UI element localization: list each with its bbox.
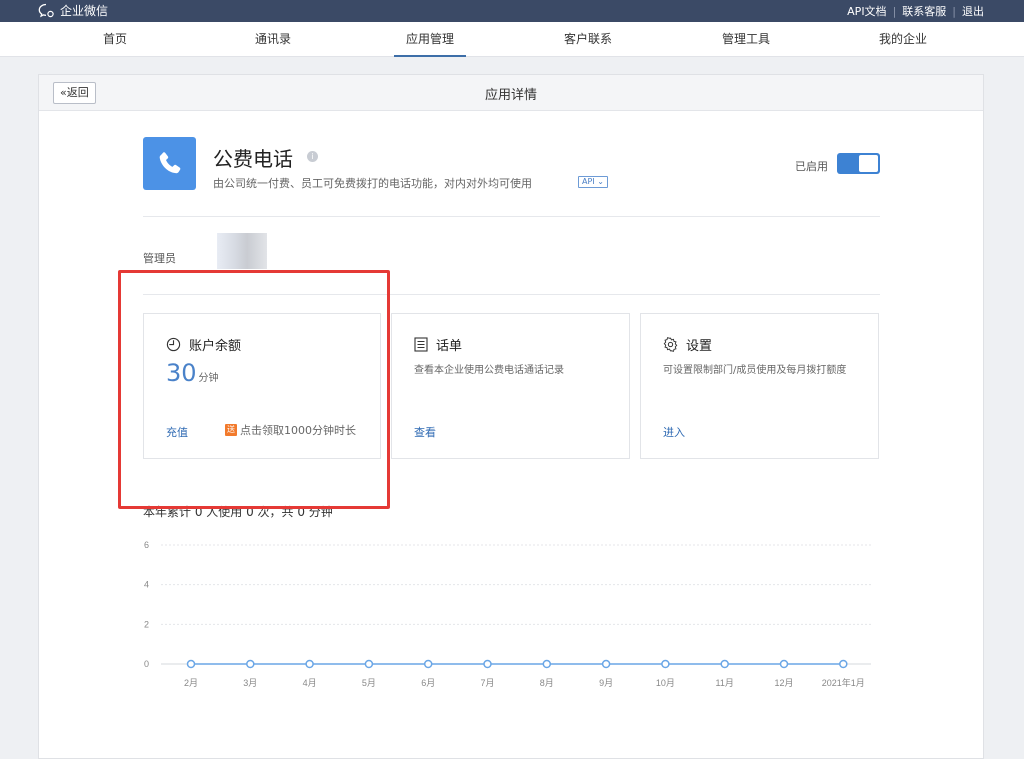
data-point[interactable] — [246, 659, 255, 669]
x-tick-label: 10月 — [656, 678, 675, 688]
x-tick-label: 7月 — [480, 678, 494, 688]
api-docs-link[interactable]: API文档 — [847, 3, 886, 19]
divider: | — [952, 4, 956, 18]
app-title: 企业微信 — [60, 4, 109, 18]
wecom-logo-icon — [38, 3, 54, 17]
nav-home[interactable]: 首页 — [103, 22, 127, 57]
logout-link[interactable]: 退出 — [962, 3, 984, 19]
x-tick-label: 12月 — [774, 678, 793, 688]
y-tick-label: 6 — [144, 540, 149, 550]
data-point[interactable] — [839, 659, 848, 669]
x-tick-label: 11月 — [716, 678, 734, 688]
x-tick-label: 3月 — [243, 678, 257, 688]
data-point[interactable] — [720, 659, 729, 669]
nav-customer-contact[interactable]: 客户联系 — [564, 22, 612, 57]
x-tick-label: 6月 — [421, 678, 435, 688]
x-tick-label: 8月 — [540, 678, 554, 688]
nav-app-management[interactable]: 应用管理 — [393, 22, 467, 57]
data-point[interactable] — [601, 659, 611, 669]
highlight-box — [118, 270, 390, 509]
divider: | — [892, 4, 897, 18]
data-point[interactable] — [483, 659, 492, 669]
data-point[interactable] — [779, 659, 789, 669]
data-point[interactable] — [423, 659, 433, 669]
top-bar: 企业微信 API文档 | 联系客服 | 退出 — [0, 0, 1024, 22]
nav-management-tools[interactable]: 管理工具 — [722, 22, 770, 57]
x-tick-label: 2月 — [184, 678, 198, 688]
x-tick-label: 2021年1月 — [822, 677, 865, 688]
logo[interactable]: 企业微信 — [38, 2, 108, 19]
nav-contacts[interactable]: 通讯录 — [255, 22, 291, 57]
nav-my-enterprise[interactable]: 我的企业 — [879, 22, 927, 57]
y-tick-label: 4 — [144, 580, 149, 590]
app-detail-panel: «返回 应用详情 公费电话 i 由公司统一付费、员工可免费拨打的电话功能，对内对… — [38, 74, 984, 759]
x-tick-label: 4月 — [303, 678, 317, 688]
x-tick-label: 5月 — [362, 678, 376, 688]
y-tick-label: 2 — [144, 619, 149, 629]
data-point[interactable] — [305, 659, 314, 669]
main-nav: 首页 通讯录 应用管理 客户联系 管理工具 我的企业 — [0, 22, 1024, 57]
x-tick-label: 9月 — [599, 678, 613, 688]
data-point[interactable] — [186, 659, 196, 669]
data-point[interactable] — [542, 659, 552, 669]
contact-support-link[interactable]: 联系客服 — [902, 3, 946, 19]
top-links: API文档 | 联系客服 | 退出 — [847, 3, 984, 19]
data-point[interactable] — [661, 659, 670, 669]
y-tick-label: 0 — [144, 659, 149, 669]
data-point[interactable] — [364, 659, 374, 669]
